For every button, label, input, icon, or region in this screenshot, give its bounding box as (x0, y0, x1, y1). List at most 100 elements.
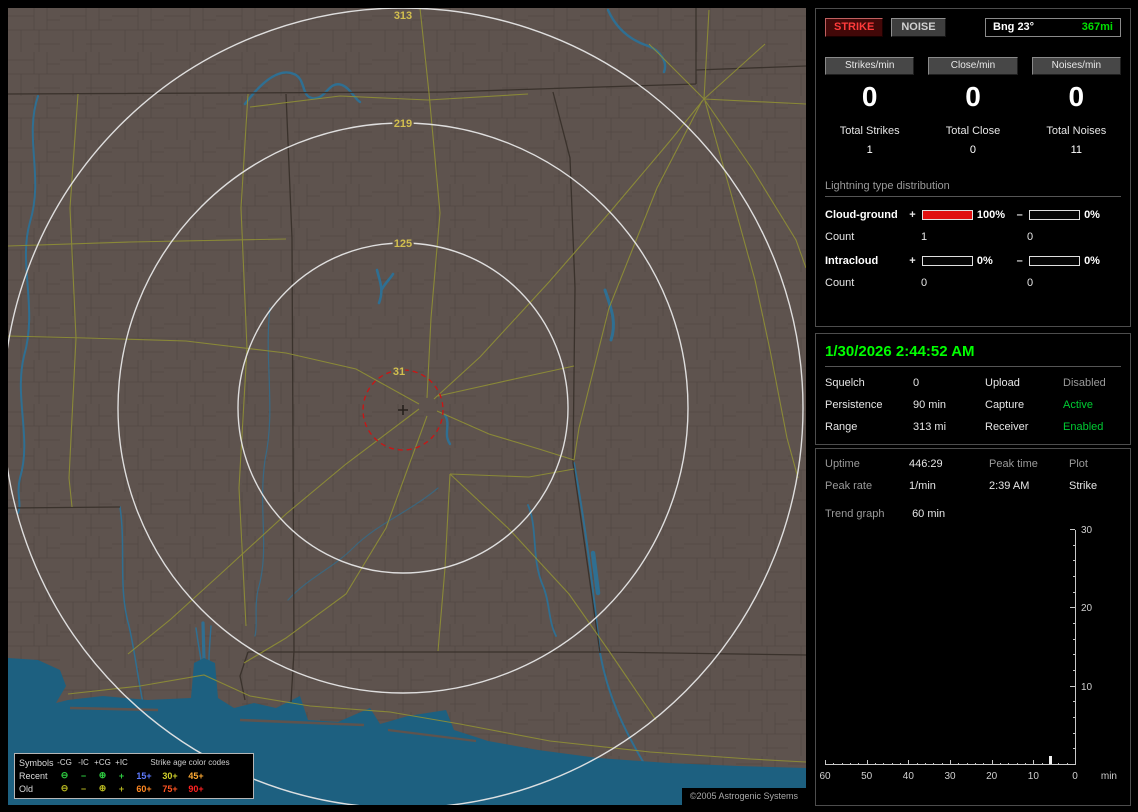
noises-per-min-button[interactable]: Noises/min (1031, 57, 1121, 75)
legend-recent-row: Recent ⊖ − ⊕ + 15+ 30+ 45+ (19, 769, 249, 782)
persistence-label: Persistence (825, 399, 883, 411)
total-close-value: 0 (969, 144, 977, 156)
upload-label: Upload (985, 377, 1020, 389)
minus-sign: – (1016, 209, 1023, 221)
trend-panel: Uptime 446:29 Peak time Plot Peak rate 1… (815, 448, 1131, 806)
cloud-ground-negative-pct: 0% (1084, 209, 1100, 221)
close-counter: Close/min 0 Total Close 0 (928, 57, 1018, 156)
peak-rate-value: 1/min (909, 480, 936, 492)
cloud-ground-label: Cloud-ground (825, 209, 898, 221)
bar-fill (923, 211, 972, 219)
squelch-label: Squelch (825, 377, 865, 389)
bearing-label: Bng 23° (993, 21, 1035, 33)
status-grid: Squelch 0 Upload Disabled Persistence 90… (825, 377, 1121, 433)
bearing-display: Bng 23° 367mi (985, 18, 1121, 37)
trend-row: Trend graph 60 min (825, 508, 1121, 520)
range-label-125: 125 (394, 238, 412, 250)
legend-recent-label: Recent (19, 770, 48, 781)
legend-old-label: Old (19, 783, 34, 794)
stats-grid: Uptime 446:29 Peak time Plot Peak rate 1… (825, 458, 1121, 492)
uptime-label: Uptime (825, 458, 860, 470)
close-per-min-button[interactable]: Close/min (928, 57, 1018, 75)
legend-col-neg-ic: -IC (78, 758, 89, 767)
intracloud-negative-bar (1029, 256, 1081, 266)
cloud-ground-negative-count: 0 (1027, 231, 1034, 243)
cloud-ground-positive-bar (922, 210, 973, 220)
cloud-ground-positive-count: 1 (921, 231, 928, 243)
receiver-status: Enabled (1063, 421, 1104, 433)
legend-age-header: Strike age color codes (150, 758, 230, 767)
strikes-per-min-value: 0 (861, 81, 878, 112)
receiver-label: Receiver (985, 421, 1029, 433)
intracloud-negative-count: 0 (1027, 277, 1034, 289)
uptime-value: 446:29 (909, 458, 943, 470)
intracloud-row: Intracloud + 0% – 0% (825, 255, 1121, 267)
trend-window-value: 60 min (912, 508, 946, 520)
cloud-ground-positive-pct: 100% (976, 209, 1006, 221)
neg-cg-recent-icon: ⊖ (60, 770, 69, 780)
neg-ic-old-icon: − (80, 783, 87, 794)
status-panel: 1/30/2026 2:44:52 AM Squelch 0 Upload Di… (815, 333, 1131, 445)
total-strikes-label: Total Strikes (839, 125, 900, 137)
persistence-value: 90 min (913, 399, 947, 411)
divider (825, 366, 1121, 367)
age-15: 15+ (136, 770, 152, 781)
plus-sign: + (909, 255, 916, 267)
minus-sign: – (1016, 255, 1023, 267)
strike-mode-button[interactable]: STRIKE (825, 18, 884, 37)
legend-col-pos-cg: +CG (94, 758, 111, 767)
count-label: Count (825, 277, 855, 289)
peak-time-value: 2:39 AM (989, 480, 1030, 492)
intracloud-negative-pct: 0% (1084, 255, 1100, 267)
counters-panel: STRIKE NOISE Bng 23° 367mi Strikes/min 0… (815, 8, 1131, 327)
legend-symbols-header: Symbols (19, 757, 54, 768)
capture-label: Capture (985, 399, 1025, 411)
cloud-ground-row: Cloud-ground + 100% – 0% (825, 209, 1121, 221)
legend-header-row: Symbols -CG -IC +CG +IC Strike age color… (19, 756, 249, 769)
copyright-notice: ©2005 Astrogenic Systems (681, 788, 806, 805)
peak-time-label: Peak time (989, 458, 1038, 470)
squelch-value: 0 (913, 377, 920, 389)
mode-row: STRIKE NOISE Bng 23° 367mi (825, 18, 1121, 37)
range-label-219: 219 (394, 118, 412, 130)
legend-col-pos-ic: +IC (115, 758, 128, 767)
total-strikes-value: 1 (866, 144, 873, 156)
counter-grid: Strikes/min 0 Total Strikes 1 Close/min … (825, 57, 1121, 156)
age-60: 60+ (136, 783, 152, 794)
noise-mode-button[interactable]: NOISE (891, 18, 946, 37)
strike-legend: Symbols -CG -IC +CG +IC Strike age color… (14, 753, 254, 799)
plus-sign: + (909, 209, 916, 221)
intracloud-count-row: Count 0 0 (825, 277, 1121, 289)
legend-col-neg-cg: -CG (57, 758, 72, 767)
map-panel[interactable]: 313 219 125 31 Symbols -CG -IC +CG +IC S… (8, 8, 806, 805)
age-90: 90+ (188, 783, 204, 794)
intracloud-positive-count: 0 (921, 277, 928, 289)
range-label: Range (825, 421, 858, 433)
bearing-distance: 367mi (1081, 21, 1113, 33)
neg-cg-old-icon: ⊖ (60, 783, 69, 793)
range-label-31: 31 (393, 366, 405, 378)
trend-graph-label: Trend graph (825, 508, 885, 520)
cloud-ground-negative-bar (1029, 210, 1081, 220)
datetime: 1/30/2026 2:44:52 AM (825, 343, 975, 360)
pos-cg-recent-icon: ⊕ (98, 770, 107, 780)
noises-per-min-value: 0 (1068, 81, 1085, 112)
sidebar: STRIKE NOISE Bng 23° 367mi Strikes/min 0… (815, 8, 1131, 806)
intracloud-positive-pct: 0% (976, 255, 993, 267)
intracloud-positive-bar (922, 256, 973, 266)
range-label-313: 313 (394, 10, 412, 22)
total-close-label: Total Close (945, 125, 1001, 137)
close-per-min-value: 0 (965, 81, 981, 112)
strikes-per-min-button[interactable]: Strikes/min (825, 57, 915, 75)
cloud-ground-count-row: Count 1 0 (825, 231, 1121, 243)
map-svg: 313 219 125 31 (8, 8, 806, 805)
strikes-counter: Strikes/min 0 Total Strikes 1 (825, 57, 915, 156)
noises-counter: Noises/min 0 Total Noises 11 (1031, 57, 1121, 156)
plot-value: Strike (1069, 480, 1098, 492)
age-45: 45+ (188, 770, 204, 781)
age-75: 75+ (162, 783, 178, 794)
count-label: Count (825, 231, 855, 243)
range-value: 313 mi (913, 421, 947, 433)
intracloud-label: Intracloud (825, 255, 879, 267)
distribution-title: Lightning type distribution (825, 180, 1121, 197)
